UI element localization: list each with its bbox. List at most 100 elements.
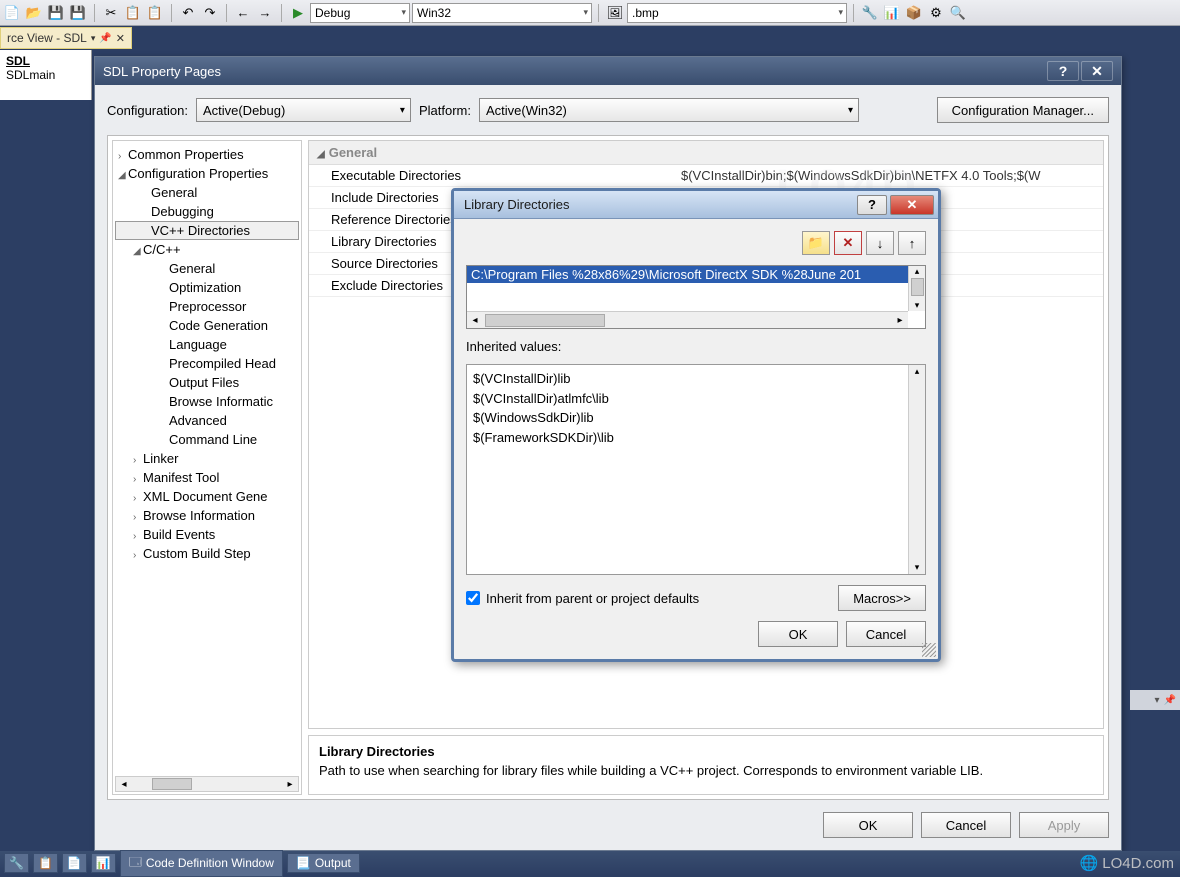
bottom-tab-4[interactable]: 📊 xyxy=(91,853,116,873)
help-button[interactable]: ? xyxy=(1047,61,1079,81)
hscroll-right-icon[interactable]: ▸ xyxy=(892,315,908,326)
dialog-titlebar[interactable]: SDL Property Pages ? ✕ xyxy=(95,57,1121,85)
redo-icon[interactable]: ↷ xyxy=(200,3,220,23)
list-vscroll[interactable]: ▴ ▾ xyxy=(908,266,925,311)
tree-build-events[interactable]: ›Build Events xyxy=(115,525,299,544)
tool-icon-1[interactable]: 🔧 xyxy=(860,3,880,23)
bottom-tab-2[interactable]: 📋 xyxy=(33,853,58,873)
nav-back-icon[interactable]: ← xyxy=(233,3,253,23)
tree-config-properties[interactable]: ◢Configuration Properties xyxy=(115,164,299,183)
pin-icon[interactable]: 📌 xyxy=(1164,695,1176,706)
cancel-button[interactable]: Cancel xyxy=(921,812,1011,838)
move-down-button[interactable]: ↓ xyxy=(866,231,894,255)
tree-manifest[interactable]: ›Manifest Tool xyxy=(115,468,299,487)
run-icon[interactable]: ▶ xyxy=(288,3,308,23)
tree-linker[interactable]: ›Linker xyxy=(115,449,299,468)
tree-cpp-codegen[interactable]: Code Generation xyxy=(115,316,299,335)
tree-cpp-optimization[interactable]: Optimization xyxy=(115,278,299,297)
macros-button[interactable]: Macros>> xyxy=(838,585,926,611)
copy-icon[interactable]: 📋 xyxy=(123,3,143,23)
inherit-checkbox[interactable] xyxy=(466,591,480,605)
delete-button[interactable]: ✕ xyxy=(834,231,862,255)
resource-view-tab[interactable]: rce View - SDL ▾ 📌 ✕ xyxy=(0,27,132,49)
tool-icon-2[interactable]: 📊 xyxy=(882,3,902,23)
open-icon[interactable]: 📂 xyxy=(24,3,44,23)
save-icon[interactable]: 💾 xyxy=(46,3,66,23)
scroll-right-icon[interactable]: ▸ xyxy=(282,779,298,790)
output-tab[interactable]: 📃Output xyxy=(287,853,360,873)
bottom-tab-1[interactable]: 🔧 xyxy=(4,853,29,873)
tree-cpp[interactable]: ◢C/C++ xyxy=(115,240,299,259)
resize-grip[interactable] xyxy=(922,643,936,657)
list-hscroll[interactable]: ◂ ▸ xyxy=(467,311,908,328)
platform-combo[interactable]: Active(Win32) xyxy=(479,98,859,122)
dropdown-icon[interactable]: ▾ xyxy=(1155,695,1160,706)
tree-cpp-language[interactable]: Language xyxy=(115,335,299,354)
tree-xml[interactable]: ›XML Document Gene xyxy=(115,487,299,506)
close-button[interactable]: ✕ xyxy=(1081,61,1113,81)
new-project-icon[interactable]: 📄 xyxy=(2,3,22,23)
inherited-values-box: $(VCInstallDir)lib$(VCInstallDir)atlmfc\… xyxy=(466,364,926,575)
file-ext-dropdown[interactable]: .bmp xyxy=(627,3,847,23)
description-box: Library Directories Path to use when sea… xyxy=(308,735,1104,795)
prop-row[interactable]: Executable Directories$(VCInstallDir)bin… xyxy=(309,165,1103,187)
inherit-vscroll[interactable]: ▴ ▾ xyxy=(908,365,925,574)
undo-icon[interactable]: ↶ xyxy=(178,3,198,23)
vscroll-thumb[interactable] xyxy=(911,278,924,296)
tree-browse[interactable]: ›Browse Information xyxy=(115,506,299,525)
config-dropdown[interactable]: Debug xyxy=(310,3,410,23)
tree-cpp-general[interactable]: General xyxy=(115,259,299,278)
inner-close-button[interactable]: ✕ xyxy=(890,195,934,215)
nav-fwd-icon[interactable]: → xyxy=(255,3,275,23)
config-row: Configuration: Active(Debug) Platform: A… xyxy=(107,97,1109,123)
tool-icon-3[interactable]: 📦 xyxy=(904,3,924,23)
config-combo[interactable]: Active(Debug) xyxy=(196,98,411,122)
tree-cpp-browse[interactable]: Browse Informatic xyxy=(115,392,299,411)
tree-cpp-preprocessor[interactable]: Preprocessor xyxy=(115,297,299,316)
scroll-thumb[interactable] xyxy=(152,778,192,790)
apply-button[interactable]: Apply xyxy=(1019,812,1109,838)
inner-titlebar[interactable]: Library Directories ? ✕ xyxy=(454,191,938,219)
inherit-checkbox-label[interactable]: Inherit from parent or project defaults xyxy=(466,591,699,606)
hscroll-left-icon[interactable]: ◂ xyxy=(467,315,483,326)
resource-sdlmain[interactable]: SDLmain xyxy=(6,68,85,82)
config-manager-button[interactable]: Configuration Manager... xyxy=(937,97,1109,123)
inner-help-button[interactable]: ? xyxy=(857,195,887,215)
platform-dropdown[interactable]: Win32 xyxy=(412,3,592,23)
tree-cpp-output[interactable]: Output Files xyxy=(115,373,299,392)
tree-cpp-pch[interactable]: Precompiled Head xyxy=(115,354,299,373)
props-header[interactable]: ◢General xyxy=(309,141,1103,165)
save-all-icon[interactable]: 💾 xyxy=(68,3,88,23)
close-icon[interactable]: ✕ xyxy=(116,32,125,45)
paste-icon[interactable]: 📋 xyxy=(145,3,165,23)
output-icon: 📃 xyxy=(296,856,311,870)
move-up-button[interactable]: ↑ xyxy=(898,231,926,255)
tree-cpp-advanced[interactable]: Advanced xyxy=(115,411,299,430)
selected-path[interactable]: C:\Program Files %28x86%29\Microsoft Dir… xyxy=(467,266,925,283)
separator xyxy=(94,4,95,22)
tree-custom-build[interactable]: ›Custom Build Step xyxy=(115,544,299,563)
code-definition-tab[interactable]: 🗔Code Definition Window xyxy=(120,850,283,877)
tool-icon-5[interactable]: 🔍 xyxy=(948,3,968,23)
scroll-left-icon[interactable]: ◂ xyxy=(116,779,132,790)
inner-cancel-button[interactable]: Cancel xyxy=(846,621,926,647)
tree-debugging[interactable]: Debugging xyxy=(115,202,299,221)
hscroll-thumb[interactable] xyxy=(485,314,605,327)
tree-general[interactable]: General xyxy=(115,183,299,202)
tree-vc-directories[interactable]: VC++ Directories xyxy=(115,221,299,240)
cut-icon[interactable]: ✂ xyxy=(101,3,121,23)
pin-icon[interactable]: 📌 xyxy=(99,33,111,44)
tree-common-properties[interactable]: ›Common Properties xyxy=(115,145,299,164)
ok-button[interactable]: OK xyxy=(823,812,913,838)
dropdown-icon[interactable]: ▾ xyxy=(91,33,96,44)
bottom-tab-3[interactable]: 📄 xyxy=(62,853,87,873)
tree-hscrollbar[interactable]: ◂ ▸ xyxy=(115,776,299,792)
new-line-button[interactable]: 📁 xyxy=(802,231,830,255)
inner-ok-button[interactable]: OK xyxy=(758,621,838,647)
config-label: Configuration: xyxy=(107,103,188,118)
tool-icon-4[interactable]: ⚙ xyxy=(926,3,946,23)
path-list-box[interactable]: C:\Program Files %28x86%29\Microsoft Dir… xyxy=(466,265,926,329)
tree-cpp-cmdline[interactable]: Command Line xyxy=(115,430,299,449)
image-icon[interactable]: 🖼 xyxy=(605,3,625,23)
resource-sdl[interactable]: SDL xyxy=(6,54,85,68)
